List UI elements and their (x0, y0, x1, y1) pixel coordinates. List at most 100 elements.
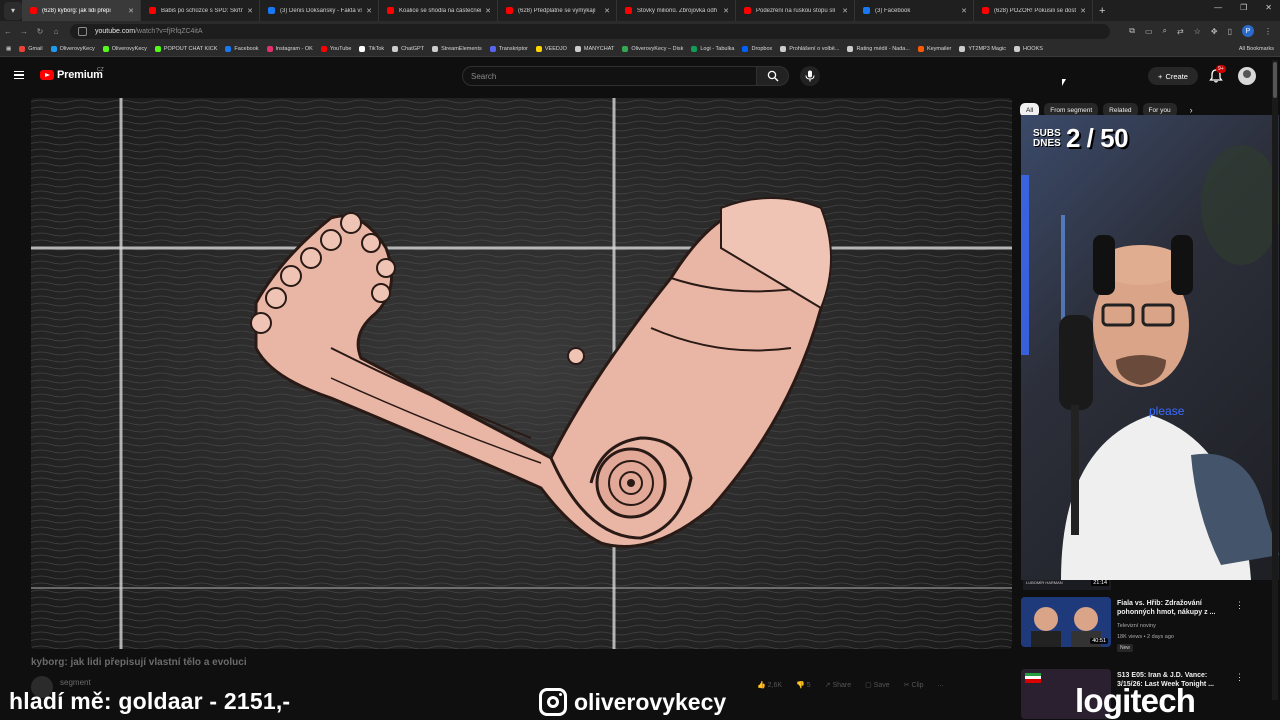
tab-title: Koalice se shodla na částečném (399, 7, 482, 14)
chips-next-icon[interactable]: › (1190, 105, 1193, 115)
bookmark-item[interactable]: POPOUT CHAT KICK (154, 46, 218, 52)
instagram-icon (539, 688, 567, 716)
bookmark-item[interactable]: YouTube (320, 46, 351, 52)
bookmark-item[interactable]: TikTok (359, 46, 384, 52)
profile-avatar[interactable]: P (1242, 25, 1254, 37)
extensions-icon[interactable]: ✥ (1211, 27, 1218, 36)
bookmark-item[interactable]: StreamElements (432, 46, 482, 52)
bookmark-item[interactable]: MANYCHAT (574, 46, 614, 52)
zoom-icon[interactable]: ⌕ (1163, 26, 1167, 36)
tab-title: Babiš po schůzce s SPD: Škrtne (161, 7, 244, 14)
youtube-header: Premium CZ Search + Create 9+ (0, 58, 1280, 94)
bookmark-item[interactable]: Prohlášení o volbě... (780, 46, 839, 52)
bookmark-item[interactable]: HOOKS (1014, 46, 1043, 52)
bookmark-item[interactable]: Dropbox (742, 46, 772, 52)
bookmark-label: OliverovyKecy (59, 46, 95, 52)
bookmark-item[interactable]: Rating médií - Nada... (847, 46, 910, 52)
scrollbar-thumb[interactable] (1273, 62, 1277, 98)
bookmark-favicon-icon (622, 46, 629, 52)
bookmark-label: Dropbox (751, 46, 773, 52)
new-tab-button[interactable]: + (1099, 5, 1105, 17)
recommendation-menu-icon[interactable]: ⋮ (1235, 600, 1244, 611)
recommendation-thumbnail[interactable]: 40:51 (1021, 597, 1111, 647)
search-input[interactable]: Search (462, 66, 757, 86)
recommendation-title[interactable]: Fiala vs. Hřib: Zdražování pohonných hmo… (1117, 599, 1229, 617)
bookmark-item[interactable]: Instagram - OK (266, 46, 313, 52)
tab-close-icon[interactable]: ✕ (604, 7, 610, 15)
side-panel-icon[interactable]: ▯ (1228, 27, 1232, 36)
create-button[interactable]: + Create (1148, 67, 1198, 85)
bookmark-favicon-icon (154, 46, 161, 52)
close-window-button[interactable]: ✕ (1265, 3, 1272, 12)
bookmark-item[interactable]: ChatGPT (392, 46, 424, 52)
maximize-button[interactable]: ❐ (1240, 3, 1247, 12)
forward-icon[interactable]: → (16, 27, 32, 36)
bookmark-favicon-icon (780, 46, 787, 52)
donation-ticker: hladí mě: goldaar - 2151,- (9, 688, 291, 714)
bookmark-item[interactable]: YT2MP3 Magic (959, 46, 1006, 52)
browser-menu-icon[interactable]: ⋮ (1264, 27, 1272, 36)
browser-tab[interactable]: (628) Předplatné se vymýkají ✕ (498, 0, 617, 21)
bookmark-item[interactable]: OliverovyKecy (50, 46, 95, 52)
tab-search-icon[interactable]: ▾ (4, 1, 22, 20)
tab-close-icon[interactable]: ✕ (1080, 7, 1086, 15)
browser-tab[interactable]: Stovky milionů. Zbrojovka odh ✕ (617, 0, 736, 21)
reload-icon[interactable]: ↻ (32, 27, 48, 36)
browser-tab[interactable]: Podezření na ruskou stopu slí ✕ (736, 0, 855, 21)
bookmark-item[interactable]: Gmail (19, 46, 43, 52)
youtube-premium-logo[interactable]: Premium (40, 69, 103, 81)
video-player[interactable] (31, 98, 1012, 649)
subs-value: 2 / 50 (1066, 123, 1129, 153)
page-scrollbar[interactable] (1272, 60, 1278, 700)
bookmark-label: POPOUT CHAT KICK (163, 46, 218, 52)
bookmark-item[interactable]: VEEDJO (535, 46, 567, 52)
search-button[interactable] (757, 66, 789, 86)
translate-icon[interactable]: ⇄ (1177, 27, 1184, 36)
bookmarks-bar: ▦ Gmail OliverovyKecy OliverovyKecy POPOUT … (0, 42, 1280, 57)
browser-tab[interactable]: (628) kyborg: jak lidi přepi ✕ (22, 0, 141, 21)
url-input[interactable]: youtube.com/watch?v=fjRfqZC4itA (70, 24, 1110, 39)
account-avatar[interactable] (1238, 67, 1256, 85)
browser-tab[interactable]: (628) POZOR! Pokusili se dosta ✕ (974, 0, 1093, 21)
browser-tab[interactable]: Babiš po schůzce s SPD: Škrtne ✕ (141, 0, 260, 21)
bookmark-favicon-icon (225, 46, 232, 52)
webcam-overlay: please SUBS DNES 2 / 50 (1021, 115, 1279, 580)
site-info-icon[interactable] (78, 27, 87, 36)
tab-close-icon[interactable]: ✕ (723, 7, 729, 15)
minimize-button[interactable]: — (1214, 3, 1222, 12)
bookmark-item[interactable]: OliverovyKecy – Disk (622, 46, 683, 52)
apps-icon[interactable]: ▦ (6, 46, 11, 52)
menu-icon[interactable] (14, 71, 24, 79)
browser-tab[interactable]: (3) Denis Doksanský - Fakta vs ✕ (260, 0, 379, 21)
bookmark-favicon-icon (432, 46, 439, 52)
browser-tab[interactable]: (3) Facebook ✕ (855, 0, 974, 21)
bookmark-label: Gmail (28, 46, 43, 52)
install-app-icon[interactable]: ⧉ (1129, 26, 1135, 36)
home-icon[interactable]: ⌂ (48, 27, 64, 36)
bookmark-item[interactable]: Transkriptor (489, 46, 528, 52)
bookmark-item[interactable]: Keymailer (917, 46, 951, 52)
bookmark-label: HOOKS (1023, 46, 1043, 52)
bookmark-item[interactable]: Facebook (225, 46, 259, 52)
notification-count-badge: 9+ (1216, 65, 1226, 73)
tab-close-icon[interactable]: ✕ (247, 7, 253, 15)
tab-close-icon[interactable]: ✕ (128, 7, 134, 15)
cast-icon[interactable]: ▭ (1145, 27, 1153, 36)
recommendation-channel[interactable]: Televizní noviny (1117, 623, 1156, 629)
tab-close-icon[interactable]: ✕ (842, 7, 848, 15)
toolbar-icons: ⧉ ▭ ⌕ ⇄ ☆ ✥ ▯ P ⋮ (1129, 25, 1272, 37)
bookmark-item[interactable]: Logi - Tabulka (691, 46, 734, 52)
bookmark-star-icon[interactable]: ☆ (1194, 27, 1201, 36)
bookmark-label: ChatGPT (401, 46, 425, 52)
all-bookmarks-button[interactable]: All Bookmarks (1239, 46, 1274, 52)
tab-close-icon[interactable]: ✕ (961, 7, 967, 15)
bookmark-label: TikTok (368, 46, 385, 52)
recommendation-item[interactable]: 40:51 Fiala vs. Hřib: Zdražování pohonný… (1020, 580, 1255, 652)
tab-close-icon[interactable]: ✕ (485, 7, 491, 15)
tab-close-icon[interactable]: ✕ (366, 7, 372, 15)
bookmark-item[interactable]: OliverovyKecy (102, 46, 147, 52)
youtube-play-icon (40, 70, 54, 80)
browser-tab[interactable]: Koalice se shodla na částečném ✕ (379, 0, 498, 21)
voice-search-button[interactable] (800, 66, 820, 86)
back-icon[interactable]: ← (0, 27, 16, 36)
